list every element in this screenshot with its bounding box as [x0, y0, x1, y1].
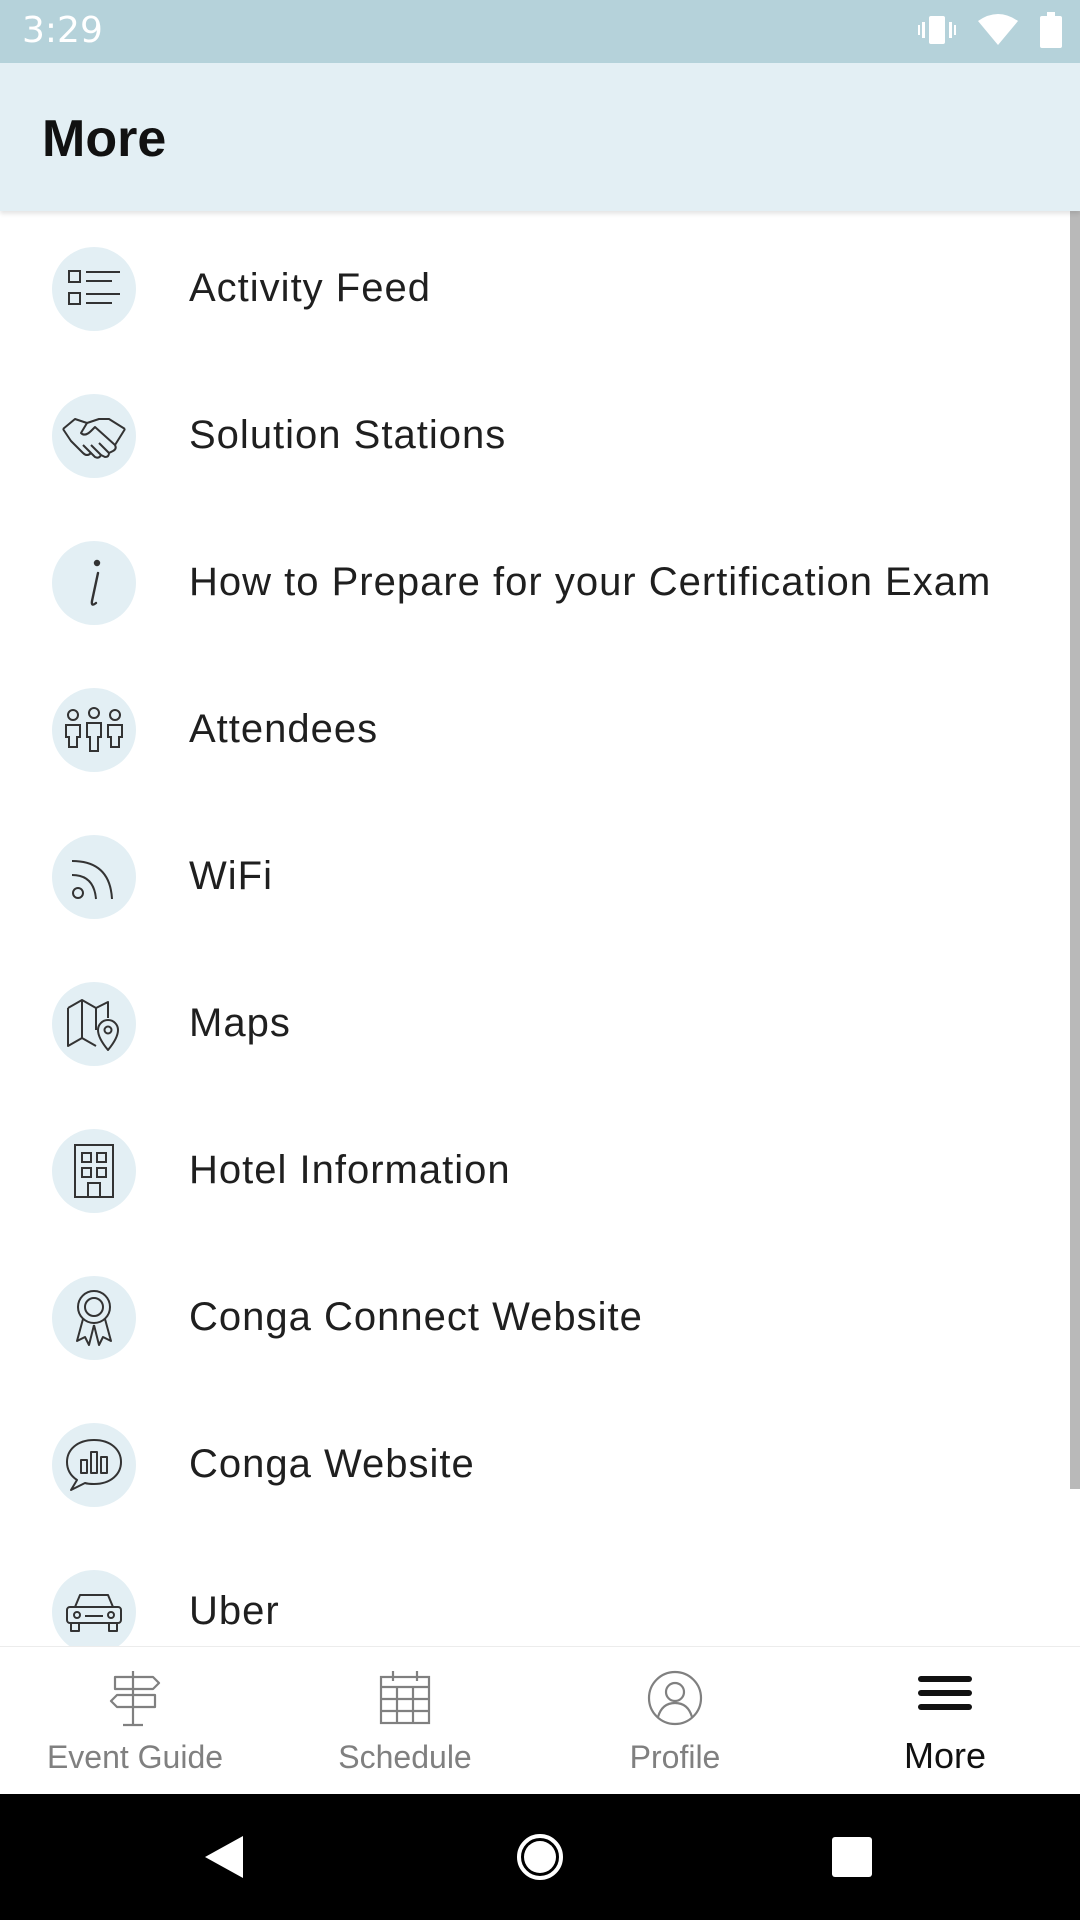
menu-item-attendees[interactable]: Attendees	[0, 656, 1070, 803]
tab-schedule[interactable]: Schedule	[270, 1647, 540, 1795]
wifi-icon	[978, 14, 1018, 45]
menu-item-solution-stations[interactable]: Solution Stations	[0, 362, 1070, 509]
menu-item-label: Solution Stations	[189, 413, 507, 457]
menu-item-conga-connect-website[interactable]: Conga Connect Website	[0, 1244, 1070, 1391]
hamburger-menu-icon	[810, 1669, 1080, 1729]
menu-item-label: Activity Feed	[189, 266, 431, 310]
vibrate-icon	[918, 16, 956, 44]
menu-item-label: Uber	[189, 1589, 280, 1633]
map-pin-icon	[52, 981, 136, 1066]
tab-profile[interactable]: Profile	[540, 1647, 810, 1795]
menu-item-label: Attendees	[189, 707, 379, 751]
system-navigation-bar	[0, 1794, 1080, 1920]
status-bar: 3:29	[0, 0, 1080, 63]
menu-item-label: Conga Connect Website	[189, 1295, 643, 1339]
page-title: More	[42, 110, 167, 168]
menu-item-label: How to Prepare for your Certification Ex…	[189, 560, 992, 604]
menu-item-activity-feed[interactable]: Activity Feed	[0, 215, 1070, 362]
signpost-icon	[0, 1669, 270, 1729]
menu-item-uber[interactable]: Uber	[0, 1538, 1070, 1646]
menu-item-maps[interactable]: Maps	[0, 950, 1070, 1097]
tab-label: More	[903, 1735, 987, 1776]
menu-item-certification-exam[interactable]: How to Prepare for your Certification Ex…	[0, 509, 1070, 656]
wifi-signal-icon	[52, 834, 136, 919]
building-icon	[52, 1128, 136, 1213]
menu-item-label: Maps	[189, 1001, 291, 1045]
tab-label: Profile	[629, 1739, 721, 1775]
menu-item-label: WiFi	[189, 854, 273, 898]
car-icon	[52, 1569, 136, 1646]
tab-more[interactable]: More	[810, 1647, 1080, 1795]
app-bar: More	[0, 63, 1080, 211]
scrollbar[interactable]	[1070, 211, 1080, 1489]
bottom-navigation: Event Guide Schedule Profile More	[0, 1646, 1080, 1794]
menu-item-conga-website[interactable]: Conga Website	[0, 1391, 1070, 1538]
battery-icon	[1040, 12, 1062, 48]
tab-event-guide[interactable]: Event Guide	[0, 1647, 270, 1795]
calendar-icon	[270, 1669, 540, 1729]
status-icons	[918, 12, 1062, 48]
menu-item-wifi[interactable]: WiFi	[0, 803, 1070, 950]
menu-item-hotel-information[interactable]: Hotel Information	[0, 1097, 1070, 1244]
chat-chart-icon	[52, 1422, 136, 1507]
award-ribbon-icon	[52, 1275, 136, 1360]
more-menu-list[interactable]: Activity Feed Solution Stations How to P…	[0, 211, 1080, 1646]
handshake-icon	[52, 393, 136, 478]
list-icon	[52, 246, 136, 331]
tab-label: Event Guide	[46, 1739, 224, 1775]
recents-icon[interactable]	[832, 1837, 872, 1877]
back-icon[interactable]	[203, 1834, 245, 1880]
user-icon	[540, 1669, 810, 1729]
menu-item-label: Hotel Information	[189, 1148, 511, 1192]
menu-item-label: Conga Website	[189, 1442, 475, 1486]
status-time: 3:29	[22, 10, 103, 51]
home-icon[interactable]	[516, 1833, 564, 1881]
info-icon	[52, 540, 136, 625]
tab-label: Schedule	[338, 1739, 472, 1775]
people-icon	[52, 687, 136, 772]
